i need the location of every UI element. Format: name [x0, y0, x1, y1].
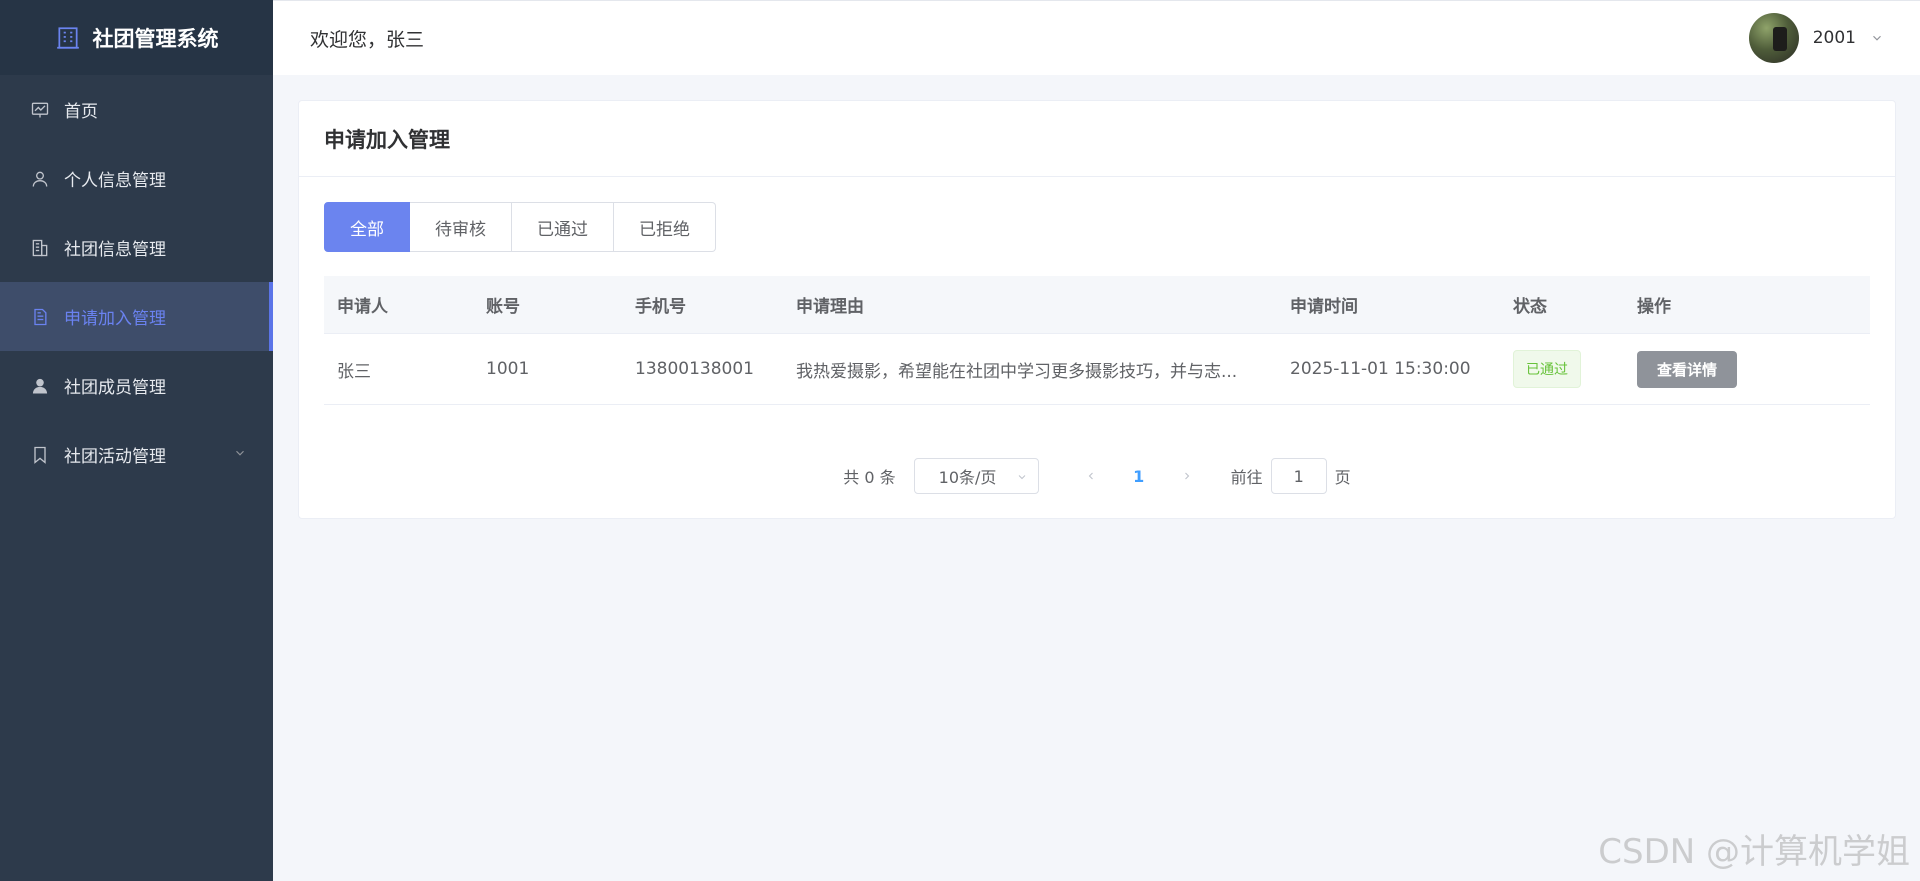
user-menu[interactable]: 2001 — [1748, 13, 1884, 63]
sidebar-item-club-info[interactable]: 社团信息管理 — [0, 213, 273, 282]
tab-all[interactable]: 全部 — [324, 202, 410, 252]
table-row: 张三 1001 13800138001 我热爱摄影，希望能在社团中学习更多摄影技… — [324, 334, 1870, 405]
tab-pending[interactable]: 待审核 — [410, 202, 512, 252]
page-size-select[interactable]: 10条/页 — [913, 458, 1039, 494]
column-header-actions: 操作 — [1637, 297, 1671, 317]
applications-card: 申请加入管理 全部 待审核 已通过 已拒绝 申请人 账号 手机号 申请理由 申请… — [298, 100, 1896, 519]
chevron-down-icon[interactable] — [233, 446, 247, 460]
column-header-reason: 申请理由 — [796, 297, 864, 317]
dashboard-icon — [31, 102, 49, 117]
app-title: 社团管理系统 — [92, 26, 219, 51]
office-icon — [32, 239, 48, 256]
bookmark-icon — [34, 446, 46, 464]
column-header-applicant: 申请人 — [337, 297, 388, 317]
sidebar-item-activities[interactable]: 社团活动管理 — [0, 420, 273, 489]
chevron-down-icon[interactable] — [1870, 31, 1884, 45]
cell-account: 1001 — [486, 359, 530, 379]
chevron-right-icon — [1184, 472, 1189, 480]
page-size-value: 10条/页 — [938, 468, 997, 487]
cell-status: 已通过 — [1500, 350, 1624, 388]
person-icon — [32, 378, 48, 393]
document-icon — [34, 308, 47, 325]
goto-prefix: 前往 — [1230, 468, 1263, 487]
cell-reason: 我热爱摄影，希望能在社团中学习更多摄影技巧，并与志... — [796, 361, 1238, 382]
chevron-left-icon — [1088, 472, 1093, 480]
goto-page: 前往 页 — [1231, 458, 1351, 494]
column-header-account: 账号 — [486, 297, 520, 317]
sidebar-item-members[interactable]: 社团成员管理 — [0, 351, 273, 420]
pagination-total: 共 0 条 — [843, 468, 896, 487]
goto-page-input[interactable] — [1270, 458, 1327, 494]
sidebar-item-profile[interactable]: 个人信息管理 — [0, 144, 273, 213]
sidebar-item-applications[interactable]: 申请加入管理 — [0, 282, 273, 351]
sidebar-item-label: 首页 — [64, 102, 98, 122]
cell-actions: 查看详情 — [1624, 350, 1870, 388]
welcome-text: 欢迎您，张三 — [310, 28, 425, 51]
watermark: CSDN @计算机学姐 — [1598, 832, 1910, 872]
column-header-status: 状态 — [1513, 297, 1547, 317]
sidebar: 社团管理系统 首页 个人信息管理 社团信息管理 申请加入管理 社团成员管理 社团… — [0, 0, 273, 881]
sidebar-item-label: 社团信息管理 — [64, 240, 166, 260]
view-details-button[interactable]: 查看详情 — [1637, 350, 1738, 388]
username[interactable]: 2001 — [1813, 28, 1856, 48]
tab-rejected[interactable]: 已拒绝 — [614, 202, 716, 252]
next-page-button[interactable] — [1163, 458, 1211, 494]
sidebar-item-label: 社团成员管理 — [64, 378, 166, 398]
column-header-time: 申请时间 — [1290, 297, 1358, 317]
table-header: 申请人 账号 手机号 申请理由 申请时间 状态 操作 — [324, 276, 1870, 334]
status-filter-tabs: 全部 待审核 已通过 已拒绝 — [324, 202, 716, 252]
prev-page-button[interactable] — [1067, 458, 1115, 494]
applications-table: 申请人 账号 手机号 申请理由 申请时间 状态 操作 张三 1001 13800… — [324, 276, 1870, 405]
top-header: 欢迎您，张三 2001 — [273, 0, 1920, 75]
building-icon — [56, 26, 79, 49]
cell-phone: 13800138001 — [635, 359, 754, 379]
page-number-current[interactable]: 1 — [1115, 467, 1163, 486]
tab-approved[interactable]: 已通过 — [512, 202, 614, 252]
column-header-phone: 手机号 — [635, 297, 686, 317]
sidebar-item-label: 个人信息管理 — [64, 171, 166, 191]
avatar[interactable] — [1748, 13, 1799, 63]
pagination: 共 0 条 10条/页 1 前往 页 — [299, 458, 1895, 494]
cell-applicant: 张三 — [337, 361, 371, 382]
sidebar-item-label: 社团活动管理 — [64, 447, 166, 467]
app-logo[interactable]: 社团管理系统 — [0, 0, 273, 75]
sidebar-item-label: 申请加入管理 — [64, 309, 166, 329]
status-badge: 已通过 — [1513, 350, 1581, 388]
chevron-down-icon — [1018, 475, 1026, 480]
cell-time: 2025-11-01 15:30:00 — [1290, 359, 1471, 379]
sidebar-menu: 首页 个人信息管理 社团信息管理 申请加入管理 社团成员管理 社团活动管理 — [0, 75, 273, 489]
user-icon — [32, 171, 48, 187]
page-title: 申请加入管理 — [299, 101, 1895, 177]
sidebar-item-home[interactable]: 首页 — [0, 75, 273, 144]
goto-suffix: 页 — [1334, 468, 1351, 487]
